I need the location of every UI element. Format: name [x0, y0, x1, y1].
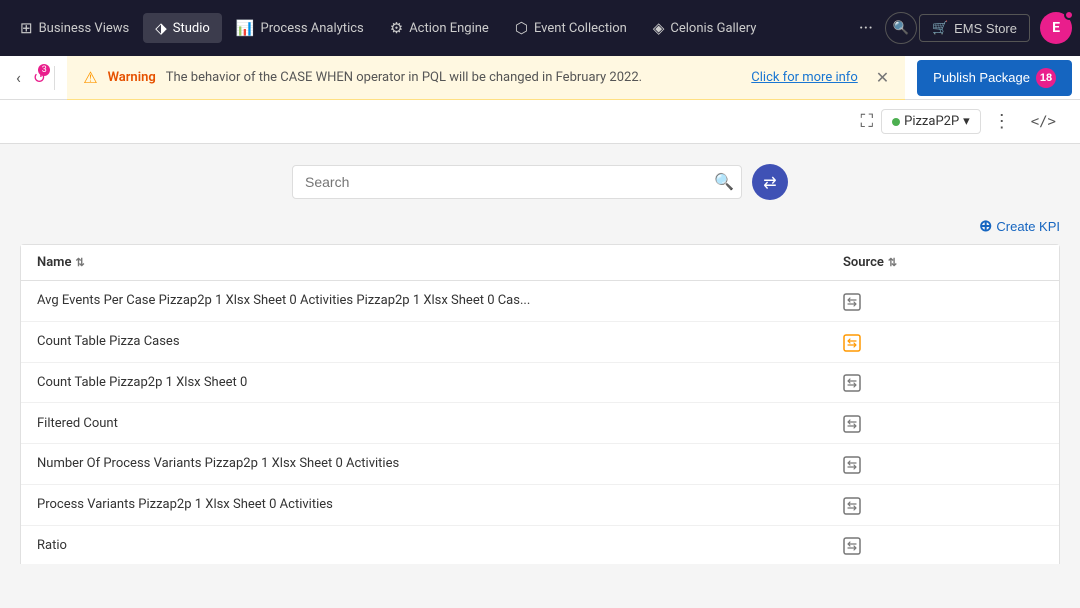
ems-store-button[interactable]: 🛒 EMS Store [919, 14, 1030, 42]
sort-source-icon: ⇅ [888, 256, 897, 269]
store-icon: 🛒 [932, 20, 948, 36]
nav-item-business-views[interactable]: ⊞ Business Views [8, 13, 141, 43]
event-collection-icon: ⬡ [515, 19, 528, 37]
source-icon [843, 536, 861, 556]
publish-package-button[interactable]: Publish Package 18 [917, 60, 1072, 96]
create-kpi-button[interactable]: ⊕ Create KPI [979, 216, 1060, 236]
table-row[interactable]: Process Variants Pizzap2p 1 Xlsx Sheet 0… [21, 485, 1059, 526]
row-name: Number Of Process Variants Pizzap2p 1 Xl… [37, 456, 843, 471]
status-badge[interactable]: PizzaP2P ▾ [881, 109, 981, 134]
chevron-down-icon: ▾ [963, 114, 970, 129]
create-kpi-label: Create KPI [996, 219, 1060, 234]
search-container: 🔍 ⇄ [20, 164, 1060, 200]
chevron-left-icon: ‹ [16, 68, 21, 87]
table-body: Avg Events Per Case Pizzap2p 1 Xlsx Shee… [21, 281, 1059, 564]
nav-label-process-analytics: Process Analytics [261, 21, 364, 36]
publish-count-badge: 18 [1036, 68, 1056, 88]
row-name: Avg Events Per Case Pizzap2p 1 Xlsx Shee… [37, 293, 843, 308]
third-bar: ⛶ PizzaP2P ▾ ⋮ </> [0, 100, 1080, 144]
warning-close-icon[interactable]: ✕ [876, 68, 889, 87]
row-name: Ratio [37, 538, 843, 553]
row-source [843, 373, 1043, 393]
user-avatar[interactable]: E [1040, 12, 1072, 44]
row-source [843, 413, 1043, 433]
source-icon [843, 413, 861, 433]
back-button[interactable]: ‹ [8, 64, 29, 91]
row-source [843, 454, 1043, 474]
top-navigation: ⊞ Business Views ⬗ Studio 📊 Process Anal… [0, 0, 1080, 56]
nav-item-event-collection[interactable]: ⬡ Event Collection [503, 13, 639, 43]
search-input[interactable] [292, 165, 742, 199]
status-label: PizzaP2P [904, 114, 959, 129]
row-name: Count Table Pizza Cases [37, 334, 843, 349]
more-options-icon[interactable]: ⋮ [989, 107, 1015, 136]
main-content: 🔍 ⇄ ⊕ Create KPI Name ⇅ Source ⇅ Avg Eve… [0, 144, 1080, 564]
source-icon [843, 454, 861, 474]
column-header-source[interactable]: Source ⇅ [843, 255, 1043, 270]
search-button[interactable]: 🔍 [885, 12, 917, 44]
business-views-icon: ⊞ [20, 19, 33, 37]
action-engine-icon: ⚙ [390, 19, 403, 37]
source-icon [843, 373, 861, 393]
nav-more-dots[interactable]: ··· [849, 12, 883, 45]
table-row[interactable]: Number Of Process Variants Pizzap2p 1 Xl… [21, 444, 1059, 485]
table-row[interactable]: Avg Events Per Case Pizzap2p 1 Xlsx Shee… [21, 281, 1059, 322]
search-icon: 🔍 [893, 20, 910, 36]
row-name: Filtered Count [37, 416, 843, 431]
table-row[interactable]: Filtered Count [21, 403, 1059, 444]
avatar-notification-dot [1064, 10, 1074, 20]
nav-label-action-engine: Action Engine [409, 21, 489, 36]
warning-icon: ⚠ [83, 68, 97, 87]
code-view-icon[interactable]: </> [1023, 110, 1064, 134]
nav-label-event-collection: Event Collection [534, 21, 627, 36]
hierarchy-icon[interactable]: ⛶ [861, 111, 874, 132]
nav-item-studio[interactable]: ⬗ Studio [143, 13, 222, 43]
filter-button[interactable]: ⇄ [752, 164, 788, 200]
nav-label-celonis-gallery: Celonis Gallery [670, 21, 756, 36]
undo-redo-area: ↺ 3 [33, 68, 46, 87]
nav-label-business-views: Business Views [39, 21, 130, 36]
sort-name-icon: ⇅ [75, 256, 84, 269]
publish-label: Publish Package [933, 70, 1030, 85]
nav-item-process-analytics[interactable]: 📊 Process Analytics [224, 13, 376, 43]
second-bar: ‹ ↺ 3 ⚠ Warning The behavior of the CASE… [0, 56, 1080, 100]
search-submit-icon[interactable]: 🔍 [714, 172, 734, 192]
warning-label: Warning [108, 70, 156, 85]
ems-store-label: EMS Store [954, 21, 1017, 36]
create-kpi-bar: ⊕ Create KPI [20, 216, 1060, 236]
table-row[interactable]: Count Table Pizza Cases [21, 322, 1059, 363]
studio-icon: ⬗ [155, 19, 167, 37]
warning-text: The behavior of the CASE WHEN operator i… [166, 70, 742, 85]
filter-icon: ⇄ [763, 173, 776, 192]
row-source [843, 332, 1043, 352]
source-icon [843, 291, 861, 311]
source-icon [843, 495, 861, 515]
celonis-gallery-icon: ◈ [653, 19, 665, 37]
plus-icon: ⊕ [979, 216, 992, 236]
kpi-table: Name ⇅ Source ⇅ Avg Events Per Case Pizz… [20, 244, 1060, 564]
column-header-name[interactable]: Name ⇅ [37, 255, 843, 270]
source-icon [843, 332, 861, 352]
nav-item-celonis-gallery[interactable]: ◈ Celonis Gallery [641, 13, 769, 43]
warning-link[interactable]: Click for more info [751, 70, 857, 85]
row-source [843, 495, 1043, 515]
nav-item-action-engine[interactable]: ⚙ Action Engine [378, 13, 501, 43]
status-dot [892, 118, 900, 126]
process-analytics-icon: 📊 [236, 19, 255, 37]
search-input-wrap: 🔍 [292, 165, 742, 199]
table-row[interactable]: Count Table Pizzap2p 1 Xlsx Sheet 0 [21, 363, 1059, 404]
table-row[interactable]: Ratio [21, 526, 1059, 564]
table-header: Name ⇅ Source ⇅ [21, 245, 1059, 281]
row-name: Process Variants Pizzap2p 1 Xlsx Sheet 0… [37, 497, 843, 512]
row-source [843, 536, 1043, 556]
warning-bar: ⚠ Warning The behavior of the CASE WHEN … [67, 56, 905, 100]
row-source [843, 291, 1043, 311]
undo-icon[interactable]: ↺ 3 [33, 68, 46, 87]
nav-label-studio: Studio [173, 21, 210, 36]
row-name: Count Table Pizzap2p 1 Xlsx Sheet 0 [37, 375, 843, 390]
